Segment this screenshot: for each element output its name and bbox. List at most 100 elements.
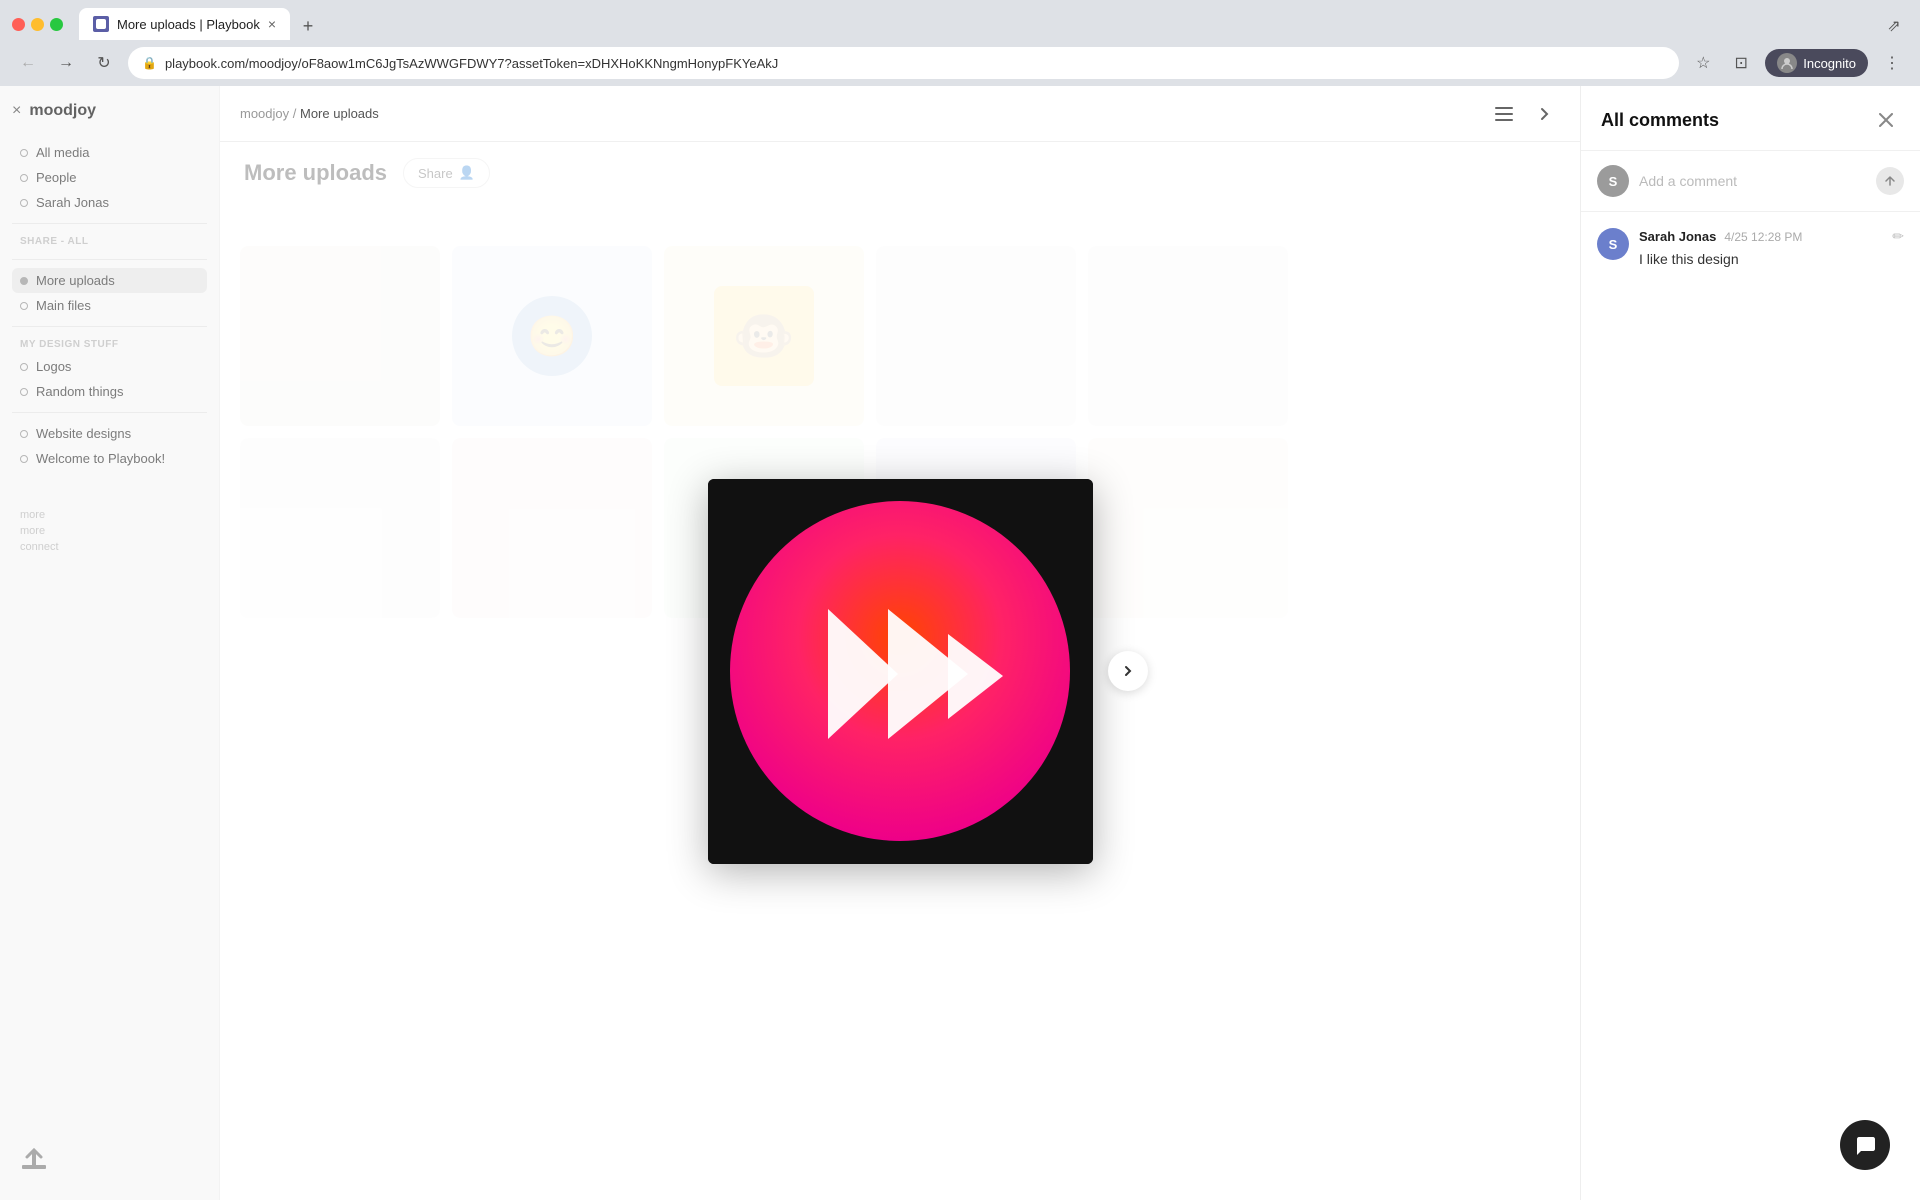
comment-author: Sarah Jonas <box>1639 229 1716 244</box>
sidebar: × moodjoy All media People Sarah Jonas S… <box>0 86 220 1200</box>
sidebar-label-all-media: All media <box>36 145 89 160</box>
sidebar-item-sarah-jonas[interactable]: Sarah Jonas <box>12 190 207 215</box>
comment-item: S Sarah Jonas 4/25 12:28 PM ✏ I like thi… <box>1597 228 1904 270</box>
close-window-button[interactable] <box>12 18 25 31</box>
browser-chrome: More uploads | Playbook × + ⇗ ← → ↻ 🔒 pl… <box>0 0 1920 86</box>
breadcrumb-sep: / <box>293 106 300 121</box>
next-image-button[interactable] <box>1108 651 1148 691</box>
sidebar-item-main-files[interactable]: Main files <box>12 293 207 318</box>
menu-button[interactable]: ⋮ <box>1878 49 1906 77</box>
extensions-button[interactable]: ⊡ <box>1727 49 1755 77</box>
content-area: moodjoy / More uploads <box>220 86 1580 1200</box>
upload-icon[interactable] <box>20 1147 48 1180</box>
comment-input-field[interactable] <box>1639 173 1866 189</box>
tab-bar: More uploads | Playbook × + ⇗ <box>79 8 1908 40</box>
breadcrumb-root: moodjoy <box>240 106 289 121</box>
lightbox-overlay[interactable] <box>220 142 1580 1200</box>
comment-meta: Sarah Jonas 4/25 12:28 PM ✏ <box>1639 228 1904 245</box>
sidebar-label-more-uploads: More uploads <box>36 273 115 288</box>
sidebar-item-welcome[interactable]: Welcome to Playbook! <box>12 446 207 471</box>
minimize-window-button[interactable] <box>31 18 44 31</box>
traffic-lights <box>12 18 63 31</box>
main-container: × moodjoy All media People Sarah Jonas S… <box>0 86 1920 1200</box>
comment-body: Sarah Jonas 4/25 12:28 PM ✏ I like this … <box>1639 228 1904 270</box>
commenter-avatar: S <box>1597 228 1629 260</box>
bullet-icon <box>20 302 28 310</box>
browser-titlebar: More uploads | Playbook × + ⇗ <box>0 0 1920 40</box>
forward-button[interactable]: → <box>52 49 80 77</box>
lock-icon: 🔒 <box>142 56 157 70</box>
incognito-label: Incognito <box>1803 56 1856 71</box>
reload-button[interactable]: ↻ <box>90 49 118 77</box>
content-actions <box>1488 98 1560 130</box>
sidebar-label-people: People <box>36 170 76 185</box>
sidebar-label-main-files: Main files <box>36 298 91 313</box>
comment-panel-title: All comments <box>1601 110 1719 131</box>
comment-edit-button[interactable]: ✏ <box>1892 228 1904 245</box>
send-comment-button[interactable] <box>1876 167 1904 195</box>
logo-text: moodjoy <box>29 102 96 120</box>
sidebar-label-logos: Logos <box>36 359 71 374</box>
sidebar-label-sarah-jonas: Sarah Jonas <box>36 195 109 210</box>
sidebar-item-random-things[interactable]: Random things <box>12 379 207 404</box>
view-options-button[interactable] <box>1488 98 1520 130</box>
incognito-button[interactable]: Incognito <box>1765 49 1868 77</box>
featured-image <box>708 479 1093 864</box>
tab-close-button[interactable]: × <box>268 16 276 32</box>
close-sidebar-button[interactable]: × <box>12 102 21 120</box>
tab-favicon <box>93 16 109 32</box>
comment-header: All comments <box>1581 86 1920 151</box>
new-tab-button[interactable]: + <box>294 12 322 40</box>
breadcrumb-current: More uploads <box>300 106 379 121</box>
sidebar-folders-section: More uploads Main files <box>12 268 207 318</box>
tab-title: More uploads | Playbook <box>117 17 260 32</box>
sidebar-media-section: All media People Sarah Jonas <box>12 140 207 215</box>
bookmark-button[interactable]: ☆ <box>1689 49 1717 77</box>
comment-time: 4/25 12:28 PM <box>1724 230 1802 244</box>
bullet-icon <box>20 388 28 396</box>
commenter-initial: S <box>1609 237 1618 252</box>
user-initial: S <box>1609 174 1618 189</box>
sidebar-label-welcome: Welcome to Playbook! <box>36 451 165 466</box>
incognito-icon <box>1777 53 1797 73</box>
resize-icon[interactable]: ⇗ <box>1880 12 1908 40</box>
sidebar-item-more-uploads[interactable]: More uploads <box>12 268 207 293</box>
forward-button[interactable] <box>1528 98 1560 130</box>
maximize-window-button[interactable] <box>50 18 63 31</box>
bullet-icon <box>20 363 28 371</box>
sidebar-divider <box>12 223 207 224</box>
comment-text: I like this design <box>1639 249 1904 270</box>
sidebar-section-title-share: Share - All <box>12 232 207 251</box>
address-text: playbook.com/moodjoy/oF8aow1mC6JgTsAzWWG… <box>165 56 1665 71</box>
bullet-icon <box>20 199 28 207</box>
current-user-avatar: S <box>1597 165 1629 197</box>
breadcrumb: moodjoy / More uploads <box>240 106 379 121</box>
address-bar[interactable]: 🔒 playbook.com/moodjoy/oF8aow1mC6JgTsAzW… <box>128 47 1679 79</box>
comment-input-area: S <box>1581 151 1920 212</box>
comment-list: S Sarah Jonas 4/25 12:28 PM ✏ I like thi… <box>1581 212 1920 1200</box>
content-topbar: moodjoy / More uploads <box>220 86 1580 142</box>
featured-image-wrapper <box>708 479 1093 864</box>
sidebar-divider-3 <box>12 326 207 327</box>
comment-panel: All comments S S <box>1580 86 1920 1200</box>
sidebar-label-website-designs: Website designs <box>36 426 131 441</box>
comment-close-button[interactable] <box>1872 106 1900 134</box>
sidebar-item-website-designs[interactable]: Website designs <box>12 421 207 446</box>
sidebar-item-all-media[interactable]: All media <box>12 140 207 165</box>
active-tab[interactable]: More uploads | Playbook × <box>79 8 290 40</box>
back-button[interactable]: ← <box>14 49 42 77</box>
sidebar-label-random-things: Random things <box>36 384 123 399</box>
sidebar-divider-2 <box>12 259 207 260</box>
bullet-icon <box>20 430 28 438</box>
sidebar-design-section: My design stuff Logos Random things <box>12 335 207 404</box>
bullet-icon <box>20 174 28 182</box>
chat-button[interactable] <box>1840 1120 1890 1170</box>
sidebar-more-items: more more connect <box>12 501 207 561</box>
bullet-icon <box>20 149 28 157</box>
sidebar-item-people[interactable]: People <box>12 165 207 190</box>
bullet-icon <box>20 277 28 285</box>
sidebar-logo: × moodjoy <box>12 102 207 120</box>
bullet-icon <box>20 455 28 463</box>
sidebar-item-logos[interactable]: Logos <box>12 354 207 379</box>
sidebar-section-design-title: My design stuff <box>12 335 207 354</box>
